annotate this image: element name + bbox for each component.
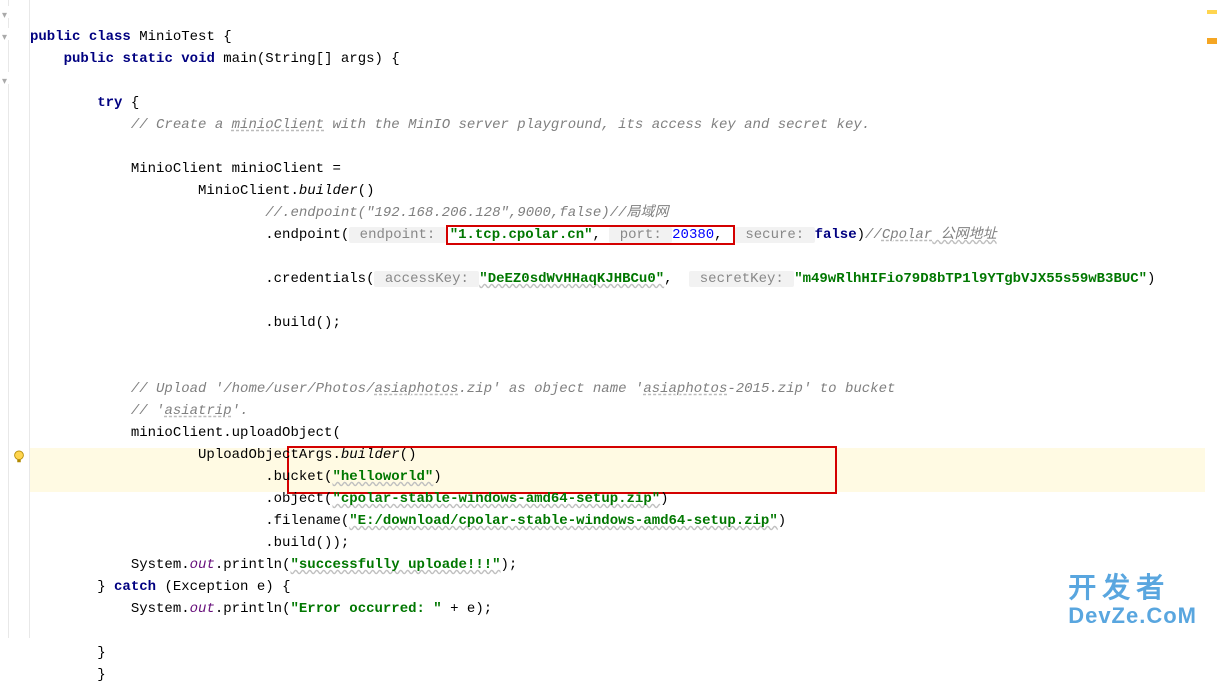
code-line: System.out.println("Error occurred: " + … bbox=[30, 601, 492, 617]
code-line: UploadObjectArgs.builder() bbox=[30, 447, 416, 463]
code-line: .bucket("helloworld") bbox=[30, 469, 442, 485]
code-line: // 'asiatrip'. bbox=[30, 403, 248, 419]
code-line: .build()); bbox=[30, 535, 349, 551]
code-line: .object("cpolar-stable-windows-amd64-set… bbox=[30, 491, 669, 507]
code-line: } bbox=[30, 645, 106, 661]
fold-icon[interactable]: ▾ bbox=[2, 72, 14, 84]
lightbulb-icon[interactable] bbox=[12, 450, 26, 464]
code-line: minioClient.uploadObject( bbox=[30, 425, 341, 441]
code-line: MinioClient.builder() bbox=[30, 183, 374, 199]
code-line: //.endpoint("192.168.206.128",9000,false… bbox=[30, 205, 669, 221]
scroll-marker-warning bbox=[1207, 10, 1217, 14]
code-line: .credentials( accessKey: "DeEZ0sdWvHHaqK… bbox=[30, 271, 1155, 287]
code-line: MinioClient minioClient = bbox=[30, 161, 341, 177]
editor-gutter: ▾ ▾ ▾ bbox=[0, 0, 30, 638]
code-line: } bbox=[30, 667, 106, 683]
code-editor-content[interactable]: public class MinioTest { public static v… bbox=[30, 4, 1205, 686]
code-line: .build(); bbox=[30, 315, 341, 331]
code-line: public class MinioTest { bbox=[30, 29, 232, 45]
code-line: // Upload '/home/user/Photos/asiaphotos.… bbox=[30, 381, 895, 397]
code-line: .filename("E:/download/cpolar-stable-win… bbox=[30, 513, 786, 529]
code-line: // Create a minioClient with the MinIO s… bbox=[30, 117, 870, 133]
fold-icon[interactable]: ▾ bbox=[2, 28, 14, 40]
fold-icon[interactable]: ▾ bbox=[2, 6, 14, 18]
code-line: } catch (Exception e) { bbox=[30, 579, 290, 595]
code-line: public static void main(String[] args) { bbox=[30, 51, 400, 67]
watermark: 开发者 DevZe.CoM bbox=[1068, 573, 1197, 628]
code-line: .endpoint( endpoint: "1.tcp.cpolar.cn", … bbox=[30, 225, 997, 245]
code-line: try { bbox=[30, 95, 139, 111]
scroll-marker-warning bbox=[1207, 38, 1217, 44]
code-line: System.out.println("successfully uploade… bbox=[30, 557, 517, 573]
